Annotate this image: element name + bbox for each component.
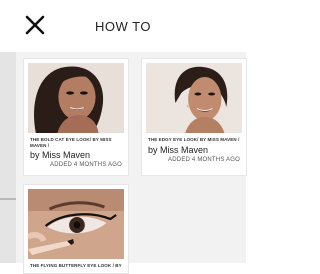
left-panel-edge (0, 52, 16, 263)
author-name: by Miss Maven (30, 150, 91, 160)
thumbnail-image (28, 189, 124, 259)
thumbnail-image (146, 63, 242, 133)
video-title: THE FLYING BUTTERFLY EYE LOOK / BY (30, 263, 122, 268)
card-grid: THE BOLD CAT EYE LOOK/ BY MISS MAVEN / b… (16, 52, 247, 274)
video-title: THE EDGY EYE LOOK/ BY MISS MAVEN / (148, 137, 240, 142)
header: HOW TO (0, 0, 246, 52)
thumbnail-image (28, 63, 124, 133)
video-title: THE BOLD CAT EYE LOOK/ BY MISS MAVEN / (30, 137, 112, 148)
video-card[interactable]: THE BOLD CAT EYE LOOK/ BY MISS MAVEN / b… (23, 58, 129, 176)
video-card[interactable]: THE EDGY EYE LOOK/ BY MISS MAVEN / by Mi… (141, 58, 247, 176)
added-time: ADDED 4 MONTHS AGO (168, 156, 240, 163)
page-title: HOW TO (95, 19, 151, 34)
video-card[interactable]: THE FLYING BUTTERFLY EYE LOOK / BY (23, 184, 129, 274)
divider (0, 198, 16, 200)
author-name: by Miss Maven (148, 144, 209, 155)
added-time: ADDED 4 MONTHS AGO (50, 162, 122, 168)
